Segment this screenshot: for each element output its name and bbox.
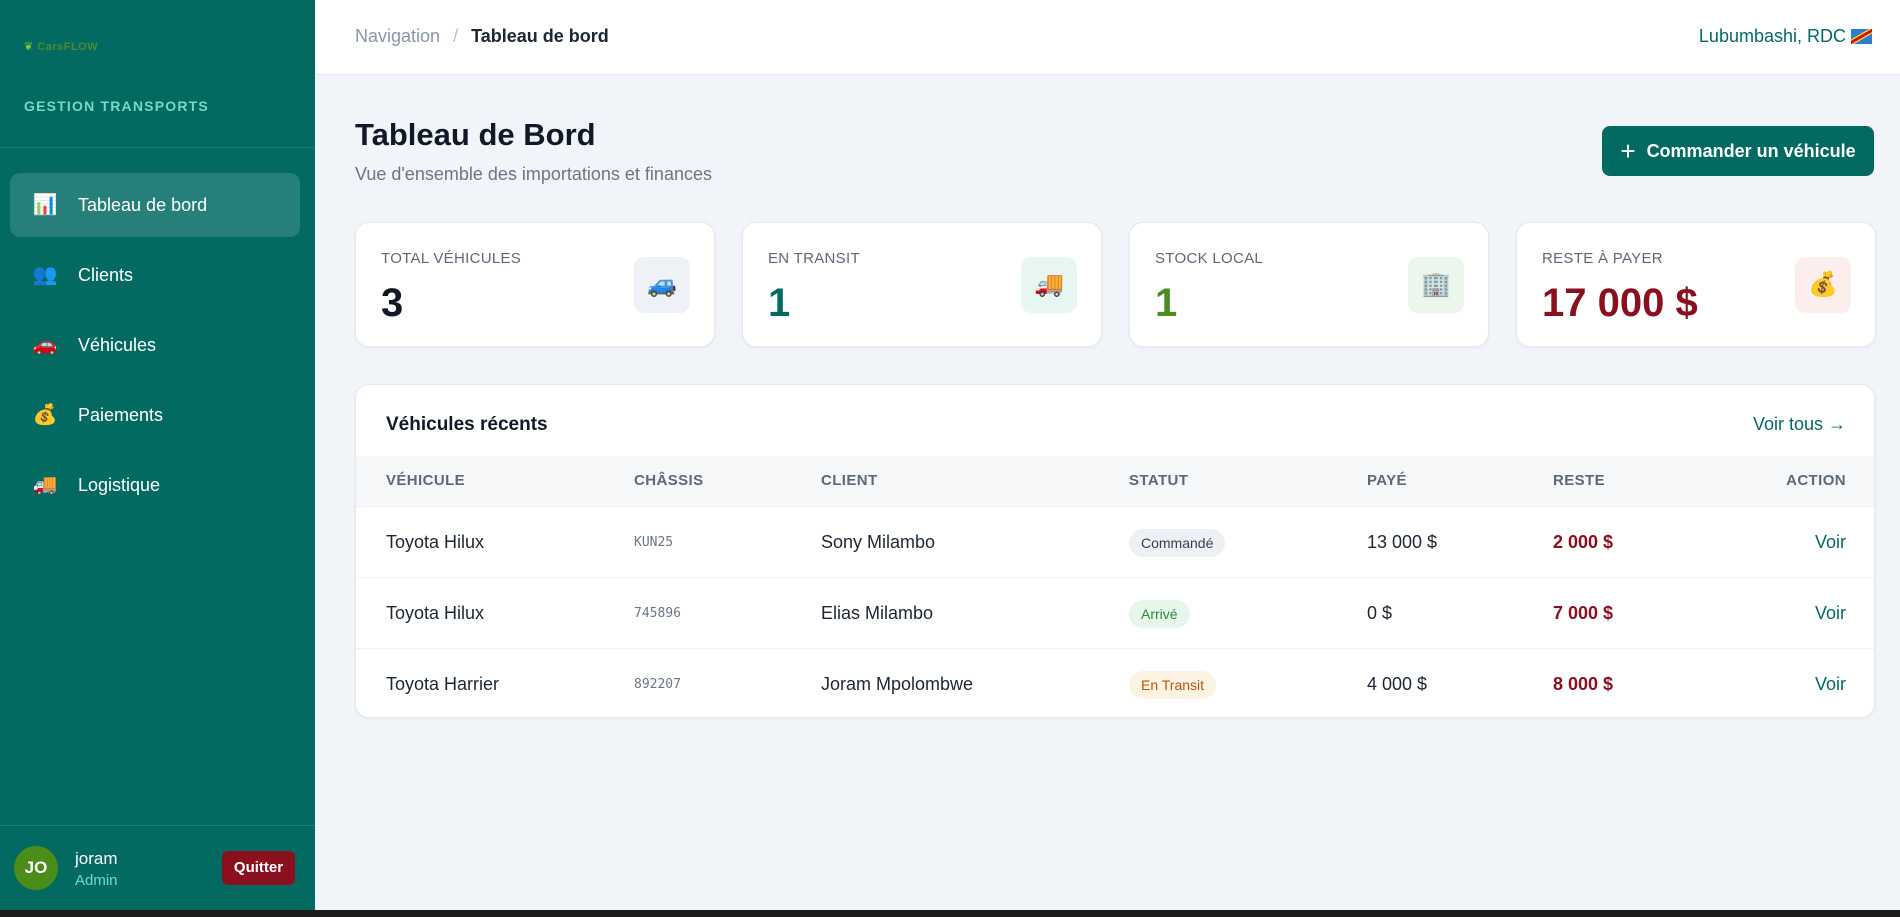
cell-vehicle: Toyota Hilux bbox=[386, 603, 485, 623]
location-text: Lubumbashi, RDC bbox=[1698, 26, 1846, 46]
app-shell: ❦ CarsFLOW GESTION TRANSPORTS 📊 Tableau … bbox=[0, 0, 1900, 910]
column-header-rest: RESTE bbox=[1553, 472, 1606, 489]
cell-client: Elias Milambo bbox=[821, 603, 934, 623]
sidebar-footer-divider bbox=[0, 825, 315, 826]
breadcrumb-root[interactable]: Navigation bbox=[355, 26, 440, 47]
stat-value: 17 000 $ bbox=[1542, 281, 1698, 325]
sidebar-item-payments[interactable]: 💰 Paiements bbox=[10, 383, 300, 447]
money-bag-icon: 💰 bbox=[32, 404, 58, 426]
order-vehicle-button[interactable]: + Commander un véhicule bbox=[1602, 126, 1874, 176]
recent-vehicles-card: Véhicules récents Voir tous → VÉHICULE C… bbox=[355, 384, 1875, 718]
column-header-paid: PAYÉ bbox=[1367, 472, 1407, 489]
money-bag-icon: 💰 bbox=[1795, 257, 1851, 313]
sidebar-item-dashboard[interactable]: 📊 Tableau de bord bbox=[10, 173, 300, 237]
breadcrumb: Navigation / Tableau de bord bbox=[355, 26, 609, 47]
sidebar-item-label: Véhicules bbox=[78, 334, 157, 355]
location-label: Lubumbashi, RDC bbox=[1699, 26, 1872, 47]
cell-chassis: 745896 bbox=[634, 606, 681, 621]
cell-paid: 0 $ bbox=[1367, 603, 1393, 623]
car-icon: 🚙 bbox=[634, 257, 690, 313]
cell-client: Sony Milambo bbox=[821, 532, 936, 552]
table-header: VÉHICULE CHÂSSIS CLIENT STATUT PAYÉ REST… bbox=[356, 456, 1874, 506]
cell-rest: 8 000 $ bbox=[1553, 674, 1614, 694]
status-badge: Commandé bbox=[1129, 529, 1226, 558]
stat-value: 1 bbox=[768, 281, 791, 325]
stat-card-total-vehicles: TOTAL VÉHICULES 3 🚙 bbox=[355, 222, 715, 347]
status-badge: Arrivé bbox=[1129, 600, 1190, 629]
table-row: Toyota Harrier 892207 Joram Mpolombwe En… bbox=[356, 648, 1874, 717]
drc-flag-icon bbox=[1851, 29, 1872, 44]
status-badge: En Transit bbox=[1129, 671, 1217, 700]
cell-vehicle: Toyota Hilux bbox=[386, 532, 485, 552]
see-all-link[interactable]: Voir tous → bbox=[1753, 414, 1846, 435]
cell-client: Joram Mpolombwe bbox=[821, 674, 974, 694]
table-row: Toyota Hilux 745896 Elias Milambo Arrivé… bbox=[356, 577, 1874, 649]
car-icon: 🚗 bbox=[32, 334, 58, 356]
view-link[interactable]: Voir bbox=[1815, 507, 1846, 578]
stat-value: 3 bbox=[381, 281, 404, 325]
view-link[interactable]: Voir bbox=[1815, 649, 1846, 717]
column-header-chassis: CHÂSSIS bbox=[634, 472, 704, 489]
sidebar-item-clients[interactable]: 👥 Clients bbox=[10, 243, 300, 307]
stat-label: EN TRANSIT bbox=[768, 250, 860, 267]
building-icon: 🏢 bbox=[1408, 257, 1464, 313]
cell-vehicle: Toyota Harrier bbox=[386, 674, 500, 694]
stat-label: TOTAL VÉHICULES bbox=[381, 250, 522, 267]
main-content: Navigation / Tableau de bord Lubumbashi,… bbox=[315, 0, 1900, 910]
recent-vehicles-title: Véhicules récents bbox=[386, 414, 548, 435]
sidebar-divider bbox=[0, 147, 315, 148]
users-icon: 👥 bbox=[32, 264, 58, 286]
truck-icon: 🚚 bbox=[32, 474, 58, 496]
sidebar-item-vehicles[interactable]: 🚗 Véhicules bbox=[10, 313, 300, 377]
brand-title: GESTION TRANSPORTS bbox=[24, 98, 209, 114]
page-subtitle: Vue d'ensemble des importations et finan… bbox=[355, 164, 712, 184]
stat-label: STOCK LOCAL bbox=[1155, 250, 1264, 267]
bar-chart-icon: 📊 bbox=[32, 194, 58, 216]
column-header-action: ACTION bbox=[1786, 472, 1846, 489]
stat-value: 1 bbox=[1155, 281, 1178, 325]
cell-paid: 4 000 $ bbox=[1367, 674, 1428, 694]
breadcrumb-current: Tableau de bord bbox=[471, 26, 609, 46]
cell-status: En Transit bbox=[1129, 649, 1217, 717]
breadcrumb-separator: / bbox=[453, 26, 459, 46]
cell-chassis: 892207 bbox=[634, 677, 681, 692]
cell-rest: 7 000 $ bbox=[1553, 603, 1614, 623]
sidebar-item-label: Clients bbox=[78, 264, 134, 285]
topbar: Navigation / Tableau de bord Lubumbashi,… bbox=[315, 0, 1900, 75]
stat-card-local-stock: STOCK LOCAL 1 🏢 bbox=[1129, 222, 1489, 347]
sidebar-item-label: Paiements bbox=[78, 404, 164, 425]
cell-paid: 13 000 $ bbox=[1367, 532, 1438, 552]
page-title: Tableau de Bord bbox=[355, 117, 596, 152]
sidebar-item-logistics[interactable]: 🚚 Logistique bbox=[10, 453, 300, 517]
view-link[interactable]: Voir bbox=[1815, 578, 1846, 649]
cell-chassis: KUN25 bbox=[634, 535, 674, 550]
stat-label: RESTE À PAYER bbox=[1542, 250, 1663, 267]
sidebar-nav: 📊 Tableau de bord 👥 Clients 🚗 Véhicules … bbox=[10, 173, 300, 523]
sidebar-item-label: Logistique bbox=[78, 474, 161, 495]
sidebar: ❦ CarsFLOW GESTION TRANSPORTS 📊 Tableau … bbox=[0, 0, 315, 910]
cell-rest: 2 000 $ bbox=[1553, 532, 1614, 552]
column-header-status: STATUT bbox=[1129, 472, 1189, 489]
order-vehicle-button-label: Commander un véhicule bbox=[1646, 140, 1856, 161]
table-row: Toyota Hilux KUN25 Sony Milambo Commandé… bbox=[356, 506, 1874, 578]
brand-logo: ❦ CarsFLOW bbox=[24, 41, 99, 53]
user-role: Admin bbox=[75, 872, 118, 889]
cell-status: Arrivé bbox=[1129, 578, 1190, 649]
column-header-client: CLIENT bbox=[821, 472, 878, 489]
column-header-vehicle: VÉHICULE bbox=[386, 472, 466, 489]
cell-status: Commandé bbox=[1129, 507, 1226, 578]
stat-card-balance-due: RESTE À PAYER 17 000 $ 💰 bbox=[1516, 222, 1876, 347]
logout-button[interactable]: Quitter bbox=[222, 851, 295, 885]
plus-icon: + bbox=[1620, 136, 1636, 166]
sidebar-item-label: Tableau de bord bbox=[78, 194, 208, 215]
stat-card-in-transit: EN TRANSIT 1 🚚 bbox=[742, 222, 1102, 347]
window-bottom-edge bbox=[0, 910, 1900, 917]
truck-icon: 🚚 bbox=[1021, 257, 1077, 313]
avatar: JO bbox=[14, 846, 58, 890]
user-name: joram bbox=[75, 849, 118, 868]
